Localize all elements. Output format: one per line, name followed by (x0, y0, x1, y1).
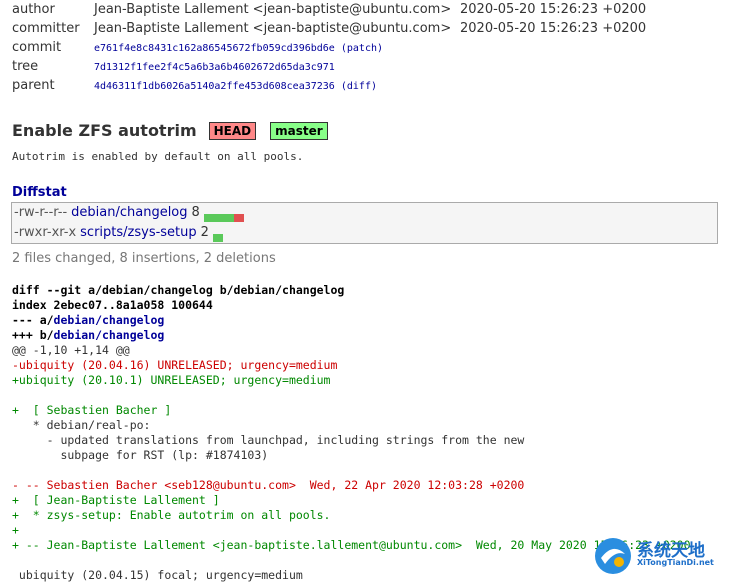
parent-row: parent 4d46311f1db6026a5140a2ffe453d608ce… (12, 78, 378, 93)
diffstat-file-link[interactable]: debian/changelog (71, 205, 187, 220)
commit-hash-link[interactable]: e761f4e8c8431c162a86545672fb059cd396bd6e (94, 43, 335, 54)
deleted-line: - -- Sebastien Bacher <seb128@ubuntu.com… (12, 478, 525, 492)
commit-message: Autotrim is enabled by default on all po… (12, 150, 304, 163)
hunk-header: @@ -1,10 +1,14 @@ (12, 343, 130, 357)
added-line: + [ Sebastien Bacher ] (12, 403, 172, 417)
watermark-logo-icon (595, 538, 631, 574)
head-ref-badge[interactable]: HEAD (208, 122, 257, 140)
author-value: Jean-Baptiste Lallement <jean-baptiste@u… (94, 2, 452, 17)
parent-label: parent (12, 78, 55, 93)
watermark-subtitle: XiTongTianDi.net (637, 558, 714, 567)
diffstat-header-link[interactable]: Diffstat (12, 185, 67, 200)
change-bar (203, 209, 244, 222)
deletions-bar (233, 213, 244, 222)
committer-date: 2020-05-20 15:26:23 +0200 (460, 21, 647, 36)
diff-header-line: diff --git a/debian/changelog b/debian/c… (12, 283, 345, 297)
file-mode: -rwxr-xr-x (14, 225, 77, 240)
patch-link[interactable]: patch (347, 43, 377, 54)
commit-row: commit e761f4e8c8431c162a86545672fb059cd3… (12, 40, 384, 55)
added-line: + (12, 523, 19, 537)
diffstat-row: -rw-r--r-- debian/changelog 8 (12, 203, 717, 223)
committer-label: committer (12, 21, 80, 36)
context-line: ubiquity (20.04.15) focal; urgency=mediu… (12, 568, 303, 582)
author-row: author Jean-Baptiste Lallement <jean-bapt… (12, 0, 646, 19)
diff-link[interactable]: diff (347, 81, 371, 92)
diffstat-file-link[interactable]: scripts/zsys-setup (80, 225, 197, 240)
diff-old-file-line: --- a/debian/changelog (12, 313, 691, 328)
author-date: 2020-05-20 15:26:23 +0200 (460, 2, 647, 17)
deleted-line: -ubiquity (20.04.16) UNRELEASED; urgency… (12, 358, 338, 372)
context-line: - updated translations from launchpad, i… (12, 433, 525, 447)
diffstat-table: -rw-r--r-- debian/changelog 8 -rwxr-xr-x sc… (11, 202, 718, 244)
insertions-bar (203, 213, 234, 222)
added-line: + -- Jean-Baptiste Lallement <jean-bapti… (12, 538, 691, 552)
old-file-prefix: --- a/ (12, 313, 54, 327)
diff-index-line: index 2ebec07..8a1a058 100644 (12, 298, 213, 312)
change-bar (212, 229, 223, 242)
tree-label: tree (12, 59, 39, 74)
diff-new-file-line: +++ b/debian/changelog (12, 328, 691, 343)
tree-hash-link[interactable]: 7d1312f1fee2f4c5a6b3a6b4602672d65da3c971 (94, 62, 335, 73)
new-file-link[interactable]: debian/changelog (54, 328, 165, 342)
context-line: * debian/real-po: (12, 418, 151, 432)
context-line: subpage for RST (lp: #1874103) (12, 448, 269, 462)
tree-row: tree 7d1312f1fee2f4c5a6b3a6b4602672d65da3… (12, 57, 646, 76)
change-count: 2 (200, 225, 209, 240)
insertions-bar (212, 233, 223, 242)
diffstat-summary: 2 files changed, 8 insertions, 2 deletio… (12, 251, 276, 266)
added-line: + [ Jean-Baptiste Lallement ] (12, 493, 220, 507)
diffstat-row: -rwxr-xr-x scripts/zsys-setup 2 (12, 223, 717, 243)
diff-view: diff --git a/debian/changelog b/debian/c… (12, 283, 691, 583)
commit-title: Enable ZFS autotrim (12, 121, 197, 140)
site-watermark: 系统天地 XiTongTianDi.net (593, 534, 723, 578)
added-line: +ubiquity (20.10.1) UNRELEASED; urgency=… (12, 373, 331, 387)
file-mode: -rw-r--r-- (14, 205, 68, 220)
added-line: + * zsys-setup: Enable autotrim on all p… (12, 508, 331, 522)
committer-value: Jean-Baptiste Lallement <jean-baptiste@u… (94, 21, 452, 36)
change-count: 8 (191, 205, 200, 220)
new-file-prefix: +++ b/ (12, 328, 54, 342)
commit-info-table: author Jean-Baptiste Lallement <jean-bapt… (12, 0, 646, 95)
old-file-link[interactable]: debian/changelog (54, 313, 165, 327)
committer-row: committer Jean-Baptiste Lallement <jean-b… (12, 19, 646, 38)
author-label: author (12, 2, 55, 17)
branch-ref-badge[interactable]: master (270, 122, 328, 140)
parent-hash-link[interactable]: 4d46311f1db6026a5140a2ffe453d608cea37236 (94, 81, 335, 92)
commit-subject-row: Enable ZFS autotrim HEAD master (12, 120, 328, 142)
commit-label: commit (12, 40, 62, 55)
